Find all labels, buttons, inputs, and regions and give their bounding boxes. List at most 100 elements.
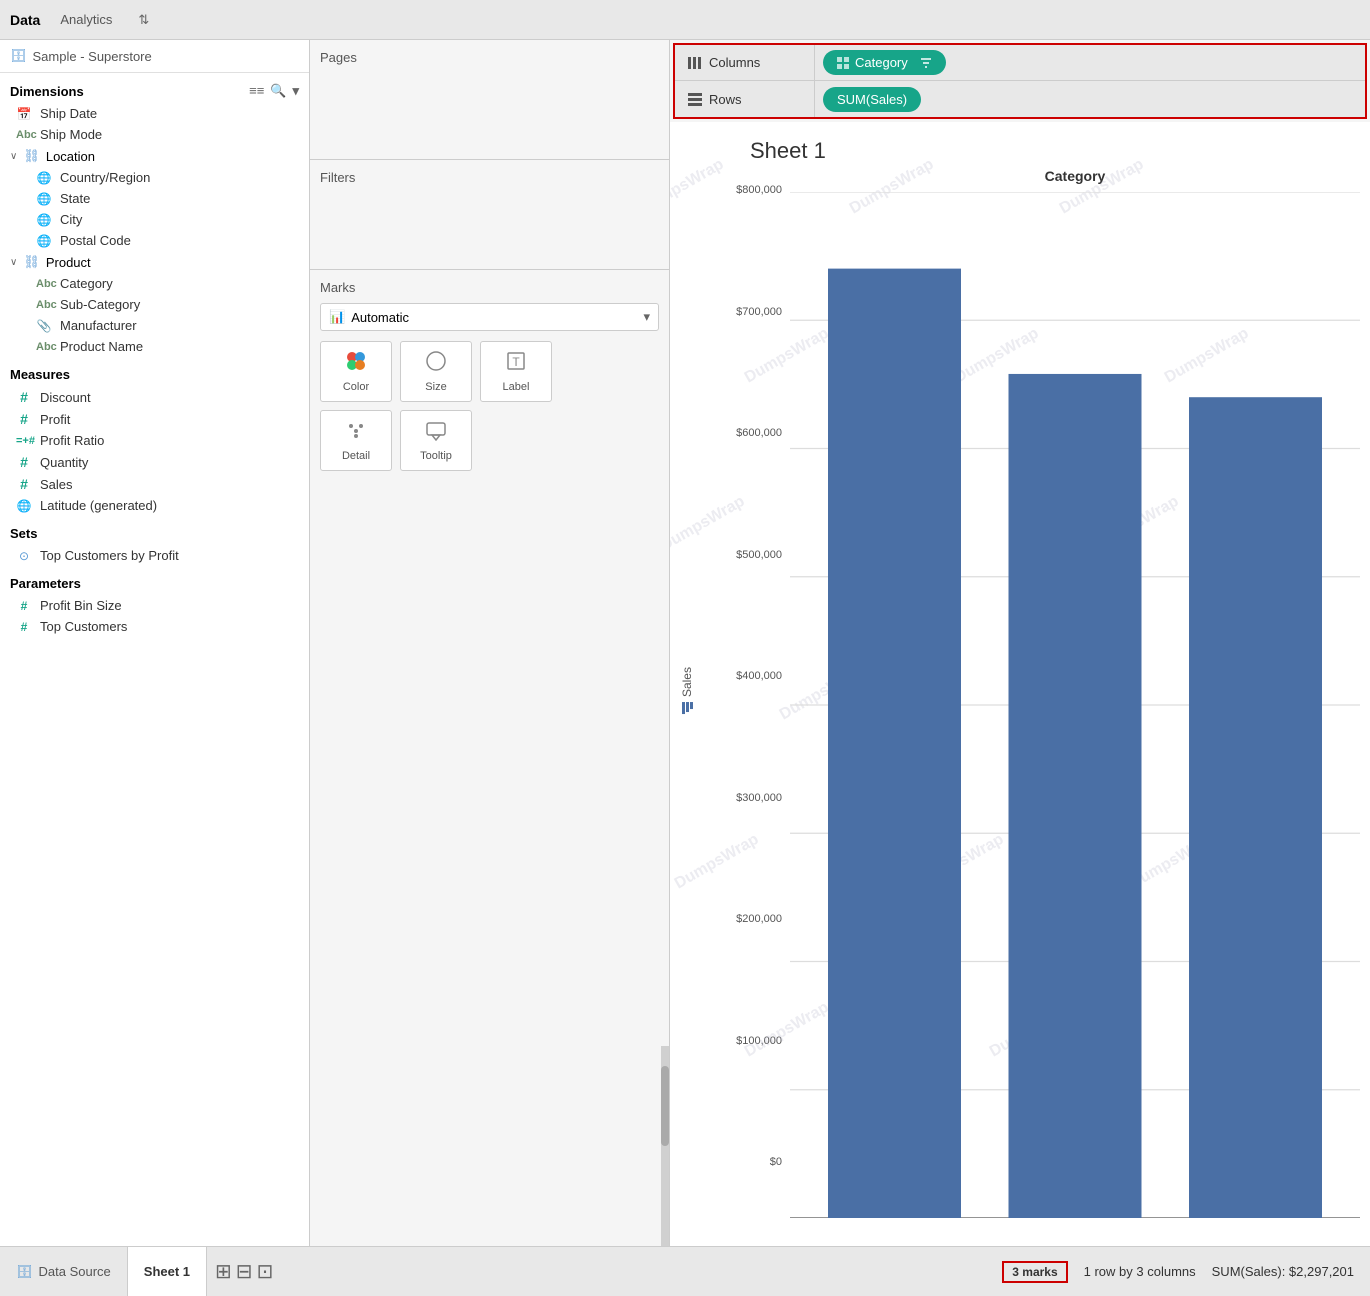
sum-sales-pill[interactable]: SUM(Sales) xyxy=(823,87,921,112)
param-profit-bin-size[interactable]: # Profit Bin Size xyxy=(0,595,309,616)
sum-sales-info: SUM(Sales): $2,297,201 xyxy=(1212,1264,1354,1279)
dim-label: Ship Date xyxy=(40,106,97,121)
data-tab[interactable]: Data xyxy=(10,12,40,28)
shelf-area: Columns Category xyxy=(673,43,1367,119)
dim-label: Country/Region xyxy=(60,170,150,185)
hash-icon: # xyxy=(16,411,32,427)
bar-chart-icon: 📊 xyxy=(329,309,345,325)
sidebar: 🗄 Sample - Superstore Dimensions ≡≡ 🔍 ▾ … xyxy=(0,40,310,1246)
param-top-customers[interactable]: # Top Customers xyxy=(0,616,309,637)
color-icon xyxy=(345,350,367,377)
sales-bar-icon xyxy=(680,701,694,715)
marks-type-dropdown[interactable]: 📊 Automatic ▾ xyxy=(320,303,659,331)
measure-sales[interactable]: # Sales xyxy=(0,473,309,495)
size-button[interactable]: Size xyxy=(400,341,472,402)
dimension-manufacturer[interactable]: 📎 Manufacturer xyxy=(0,315,309,336)
data-source-name[interactable]: Sample - Superstore xyxy=(33,49,152,64)
rows-label: Rows xyxy=(675,81,815,117)
param-hash-icon: # xyxy=(16,599,32,613)
marks-buttons-row2: Detail Tooltip xyxy=(320,410,659,471)
search-icon[interactable]: 🔍 xyxy=(270,83,286,99)
abc-icon: Abc xyxy=(16,129,32,141)
y-tick: $100,000 xyxy=(736,1035,782,1047)
bar-office-supplies[interactable] xyxy=(1189,397,1322,1218)
calendar-icon: 📅 xyxy=(16,107,32,121)
group-label: Product xyxy=(46,255,91,270)
dimension-country[interactable]: 🌐 Country/Region xyxy=(0,167,309,188)
data-source-tab-icon: 🗄 xyxy=(16,1264,33,1280)
bar-technology[interactable] xyxy=(828,269,961,1218)
sheet1-tab[interactable]: Sheet 1 xyxy=(128,1247,207,1296)
dimension-ship-date[interactable]: 📅 Ship Date xyxy=(0,103,309,124)
y-tick: $600,000 xyxy=(736,427,782,439)
label-button[interactable]: T Label xyxy=(480,341,552,402)
columns-text: Columns xyxy=(709,55,760,70)
set-label: Top Customers by Profit xyxy=(40,548,179,563)
hierarchy-icon: ⛓ xyxy=(23,148,40,164)
measure-latitude[interactable]: 🌐 Latitude (generated) xyxy=(0,495,309,516)
measure-profit-ratio[interactable]: =+# Profit Ratio xyxy=(0,430,309,451)
label-label: Label xyxy=(503,381,530,393)
measure-label: Discount xyxy=(40,390,91,405)
sum-sales-pill-label: SUM(Sales) xyxy=(837,92,907,107)
analytics-tab[interactable]: Analytics xyxy=(60,12,112,27)
globe-measure-icon: 🌐 xyxy=(16,499,32,513)
rows-cols-info: 1 row by 3 columns xyxy=(1084,1264,1196,1279)
dim-label: Product Name xyxy=(60,339,143,354)
status-info: 3 marks 1 row by 3 columns SUM(Sales): $… xyxy=(986,1261,1370,1283)
dimension-category[interactable]: Abc Category xyxy=(0,273,309,294)
measures-section-title: Measures xyxy=(0,357,309,386)
columns-shelf: Columns Category xyxy=(675,45,1365,81)
detail-icon xyxy=(345,419,367,446)
sort-icon[interactable]: ⇅ xyxy=(138,12,149,28)
dimension-state[interactable]: 🌐 State xyxy=(0,188,309,209)
rows-text: Rows xyxy=(709,92,742,107)
pages-title: Pages xyxy=(320,50,659,65)
dimension-subcategory[interactable]: Abc Sub-Category xyxy=(0,294,309,315)
pages-section: Pages xyxy=(310,40,669,160)
dimension-ship-mode[interactable]: Abc Ship Mode xyxy=(0,124,309,145)
dimension-city[interactable]: 🌐 City xyxy=(0,209,309,230)
hash-icon: # xyxy=(16,476,32,492)
label-icon: T xyxy=(505,350,527,377)
param-label: Profit Bin Size xyxy=(40,598,122,613)
add-sheet-icon2[interactable]: ⊟ xyxy=(236,1259,253,1284)
svg-text:T: T xyxy=(512,355,520,369)
category-pill[interactable]: Category xyxy=(823,50,946,75)
y-tick: $400,000 xyxy=(736,670,782,682)
chart-container: Sales $800,000 $700,000 $600,000 $500,00… xyxy=(670,164,1370,1228)
bars-svg-container: Technolo.. Furniture Office Supplies xyxy=(790,192,1360,1218)
globe-icon: 🌐 xyxy=(36,192,52,206)
set-top-customers[interactable]: ⊙ Top Customers by Profit xyxy=(0,545,309,566)
tooltip-button[interactable]: Tooltip xyxy=(400,410,472,471)
measure-label: Profit xyxy=(40,412,70,427)
measure-profit[interactable]: # Profit xyxy=(0,408,309,430)
data-source-tab-label: Data Source xyxy=(39,1264,111,1279)
measure-label: Latitude (generated) xyxy=(40,498,157,513)
sets-section-title: Sets xyxy=(0,516,309,545)
list-view-icon[interactable]: ≡≡ xyxy=(249,83,264,99)
dimension-product-name[interactable]: Abc Product Name xyxy=(0,336,309,357)
y-tick: $200,000 xyxy=(736,913,782,925)
bar-furniture[interactable] xyxy=(1009,374,1142,1218)
dim-label: Manufacturer xyxy=(60,318,137,333)
dropdown-icon[interactable]: ▾ xyxy=(292,83,299,99)
hash-icon: # xyxy=(16,454,32,470)
dim-label: Category xyxy=(60,276,113,291)
scrollbar-thumb[interactable] xyxy=(661,1066,669,1146)
add-sheet-icon1[interactable]: ⊞ xyxy=(215,1259,232,1284)
measure-discount[interactable]: # Discount xyxy=(0,386,309,408)
measure-label: Profit Ratio xyxy=(40,433,104,448)
dimension-location-group[interactable]: ∨ ⛓ Location xyxy=(0,145,309,167)
data-source-tab[interactable]: 🗄 Data Source xyxy=(0,1247,128,1296)
detail-button[interactable]: Detail xyxy=(320,410,392,471)
param-hash-icon2: # xyxy=(16,620,32,634)
dimension-product-group[interactable]: ∨ ⛓ Product xyxy=(0,251,309,273)
dimension-postal-code[interactable]: 🌐 Postal Code xyxy=(0,230,309,251)
color-button[interactable]: Color xyxy=(320,341,392,402)
marks-section: Marks 📊 Automatic ▾ xyxy=(310,270,669,1046)
bars-area: Category xyxy=(790,164,1360,1218)
tooltip-icon xyxy=(425,419,447,446)
add-sheet-icon3[interactable]: ⊡ xyxy=(257,1259,274,1284)
measure-quantity[interactable]: # Quantity xyxy=(0,451,309,473)
